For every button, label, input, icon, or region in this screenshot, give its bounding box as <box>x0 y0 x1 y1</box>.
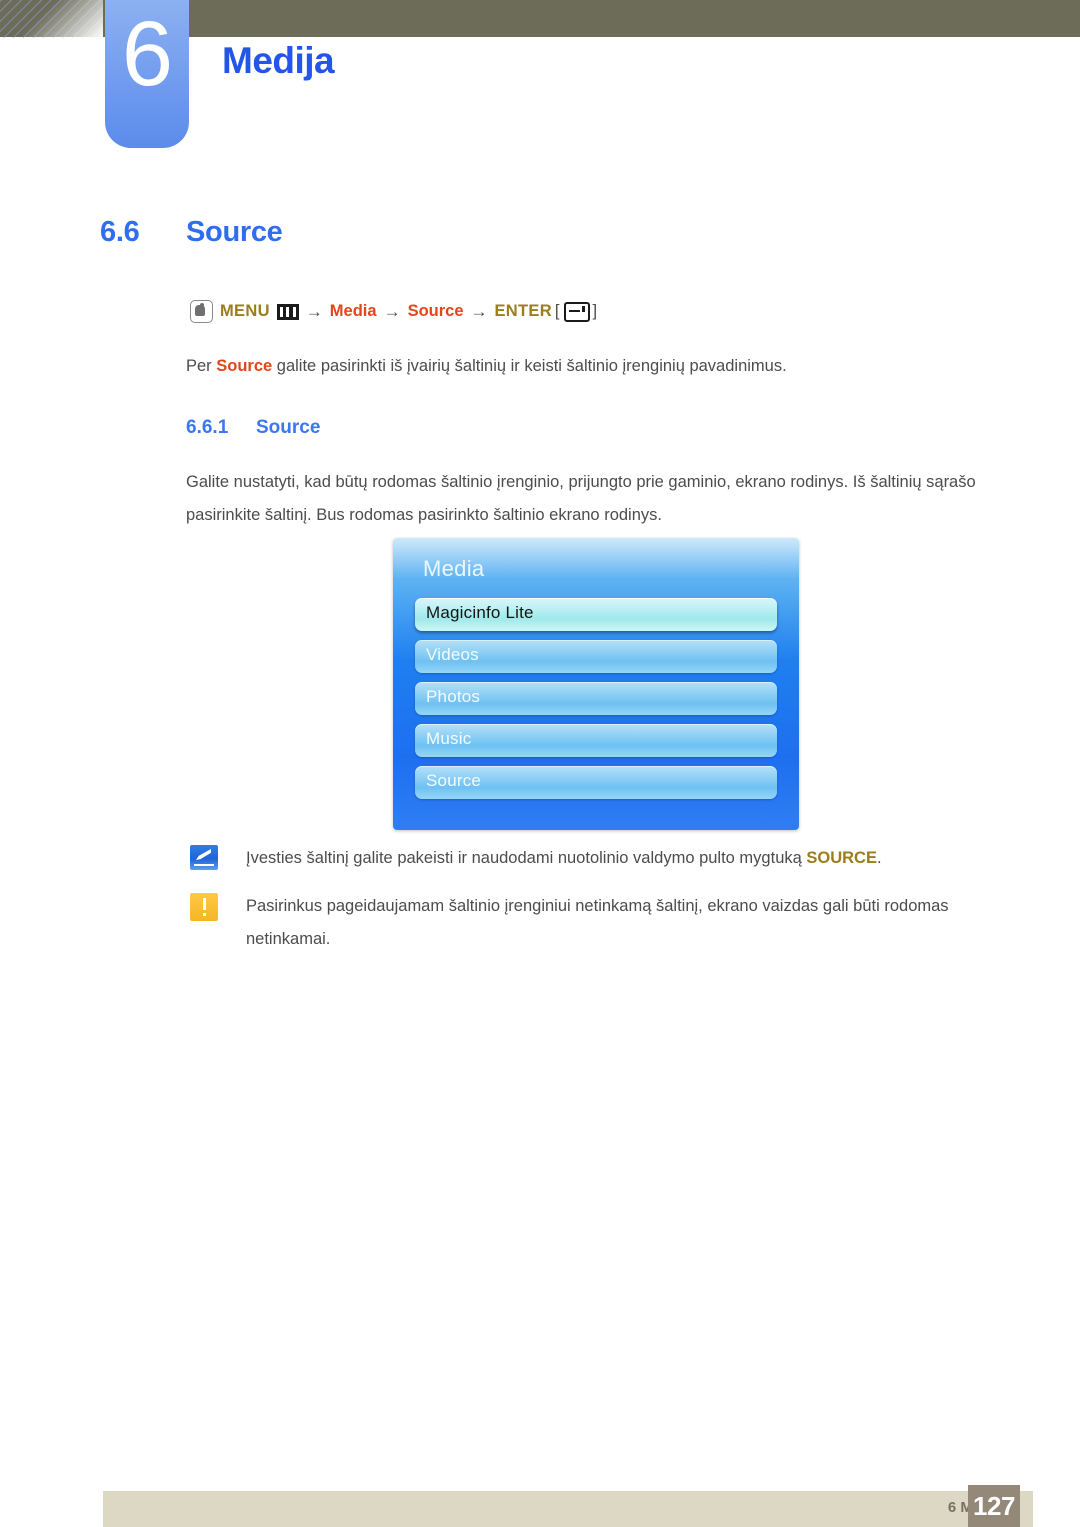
intro-paragraph: Per Source galite pasirinkti iš įvairių … <box>186 350 1006 383</box>
osd-menu-item-videos[interactable]: Videos <box>415 640 777 673</box>
enter-label: ENTER <box>494 302 552 320</box>
breadcrumb-item-source: Source <box>407 302 464 320</box>
note-highlight: SOURCE <box>806 849 877 867</box>
note-text: Pasirinkus pageidaujamam šaltinio įrengi… <box>246 897 949 948</box>
bracket-open: [ <box>554 302 560 320</box>
body-paragraph: Galite nustatyti, kad būtų rodomas šalti… <box>186 473 976 524</box>
osd-menu-list: Magicinfo Lite Videos Photos Music Sourc… <box>415 598 777 808</box>
intro-highlight: Source <box>216 357 273 375</box>
breadcrumb-arrow-3: → <box>470 301 488 321</box>
osd-menu-item-music[interactable]: Music <box>415 724 777 757</box>
osd-item-label: Magicinfo Lite <box>426 603 534 622</box>
intro-text-before: Per <box>186 357 217 375</box>
osd-panel-title: Media <box>423 556 485 581</box>
note-text: Įvesties šaltinį galite pakeisti ir naud… <box>246 842 882 875</box>
chapter-title: Medija <box>222 40 335 81</box>
osd-menu-item-photos[interactable]: Photos <box>415 682 777 715</box>
breadcrumb-arrow-2: → <box>383 301 401 321</box>
bracket-close: ] <box>592 302 598 320</box>
menu-label: MENU <box>220 302 270 320</box>
warning-exclamation-icon <box>190 893 218 921</box>
osd-menu-item-source[interactable]: Source <box>415 766 777 799</box>
note-icon-wrap <box>190 842 246 870</box>
breadcrumb-arrow-1: → <box>305 301 323 321</box>
osd-item-label: Music <box>426 729 472 748</box>
decorative-hatch-fade <box>0 0 103 38</box>
note-remote-source: Įvesties šaltinį galite pakeisti ir naud… <box>190 842 990 875</box>
chapter-number: 6 <box>121 3 173 105</box>
osd-item-label: Source <box>426 771 482 790</box>
section-title: Source <box>186 216 283 248</box>
intro-text-after: galite pasirinkti iš įvairių šaltinių ir… <box>272 357 787 375</box>
hand-press-icon <box>190 300 213 323</box>
footer-page-number: 127 <box>968 1485 1020 1527</box>
subsection-heading: 6.6.1 Source <box>186 417 320 439</box>
note-text-after: . <box>876 849 882 867</box>
enter-key-icon <box>563 301 590 322</box>
page-footer-bar <box>103 1491 1033 1527</box>
note-text-before: Įvesties šaltinį galite pakeisti ir naud… <box>246 849 807 867</box>
chapter-tab: 6 <box>105 0 189 148</box>
breadcrumb-item-media: Media <box>329 302 377 320</box>
section-number: 6.6 <box>100 216 140 248</box>
menu-path-breadcrumb: MENU → Media → Source → ENTER [ ] <box>190 300 597 323</box>
menu-bars-icon <box>276 303 299 320</box>
note-pen-icon <box>190 845 218 870</box>
section-heading: 6.6 Source <box>100 216 283 249</box>
note-icon-wrap <box>190 890 246 921</box>
osd-item-label: Photos <box>426 687 481 706</box>
subsection-title: Source <box>256 417 321 438</box>
subsection-number: 6.6.1 <box>186 417 229 438</box>
note-warning-wrong-source: Pasirinkus pageidaujamam šaltinio įrengi… <box>190 890 990 956</box>
osd-item-label: Videos <box>426 645 479 664</box>
osd-menu-item-magicinfo-lite[interactable]: Magicinfo Lite <box>415 598 777 631</box>
osd-media-panel: Media Magicinfo Lite Videos Photos Music… <box>393 538 799 830</box>
